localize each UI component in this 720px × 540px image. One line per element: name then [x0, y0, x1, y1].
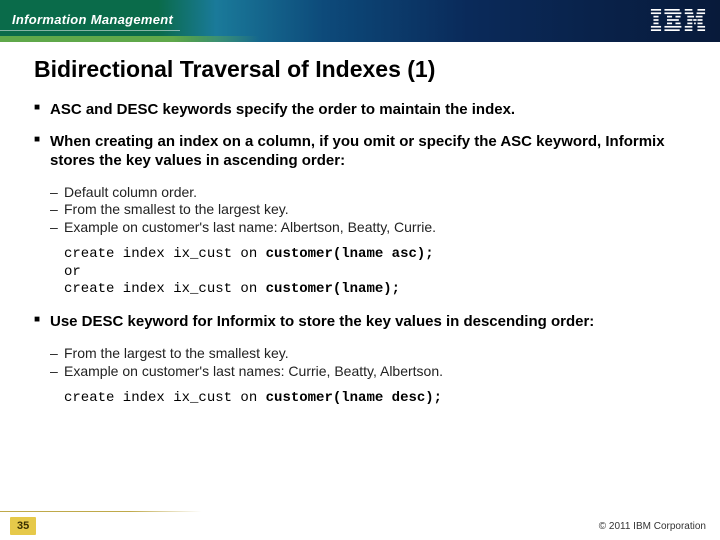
bullet-list: ASC and DESC keywords specify the order …: [34, 101, 690, 408]
code-1-line2-bold: customer(lname);: [266, 281, 400, 297]
bullet-2-sub-1: Default column order.: [34, 184, 690, 202]
bullet-2-sub-3: Example on customer's last name: Alberts…: [34, 219, 690, 237]
code-block-1: create index ix_cust on customer(lname a…: [34, 246, 690, 299]
code-1-line1-bold: customer(lname asc);: [266, 246, 434, 262]
bullet-2-sub-2: From the smallest to the largest key.: [34, 201, 690, 219]
slide-title: Bidirectional Traversal of Indexes (1): [34, 56, 690, 83]
slide: Information Management Bidirectional Tra…: [0, 0, 720, 540]
bullet-3-sub-2: Example on customer's last names: Currie…: [34, 363, 690, 381]
page-number: 35: [10, 517, 36, 535]
code-2-line1-plain: create index ix_cust on: [64, 390, 266, 406]
bullet-3-sub-1: From the largest to the smallest key.: [34, 345, 690, 363]
bullet-3: Use DESC keyword for Informix to store t…: [34, 313, 690, 331]
header-brand-label: Information Management: [12, 12, 173, 27]
header-underline: [0, 30, 180, 31]
code-1-line1-plain: create index ix_cust on: [64, 246, 266, 262]
copyright-text: © 2011 IBM Corporation: [599, 521, 706, 532]
header-bar: Information Management: [0, 0, 720, 42]
code-block-2: create index ix_cust on customer(lname d…: [34, 390, 690, 408]
ibm-logo-icon: [650, 9, 706, 31]
bullet-1: ASC and DESC keywords specify the order …: [34, 101, 690, 119]
header-accent-band: [0, 36, 720, 42]
header-brand-wrap: Information Management: [12, 11, 173, 29]
slide-content: Bidirectional Traversal of Indexes (1) A…: [0, 42, 720, 540]
bullet-2: When creating an index on a column, if y…: [34, 133, 690, 170]
code-1-line2-plain: create index ix_cust on: [64, 281, 266, 297]
footer: 35 © 2011 IBM Corporation: [0, 512, 720, 540]
code-1-or: or: [64, 264, 81, 280]
code-2-line1-bold: customer(lname desc);: [266, 390, 442, 406]
